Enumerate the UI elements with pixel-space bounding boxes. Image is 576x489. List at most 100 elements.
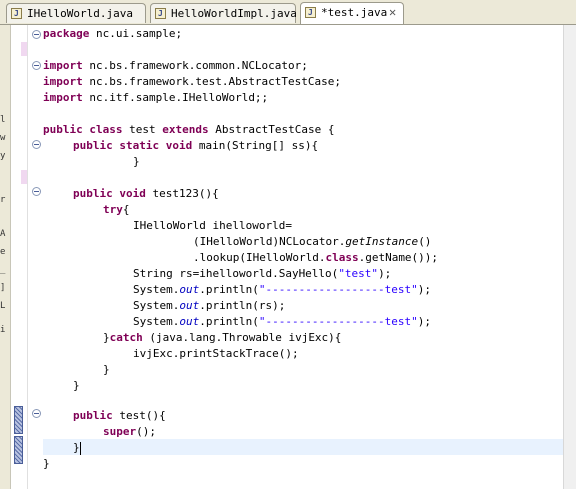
fold-toggle-icon[interactable] (32, 187, 41, 196)
keyword: public (73, 187, 113, 200)
text-cursor (79, 441, 81, 455)
keyword: public (73, 409, 113, 422)
code-text: ); (378, 267, 392, 280)
code-text: () (418, 235, 432, 248)
code-text: ); (417, 315, 432, 328)
code-line: } (43, 456, 50, 472)
code-line: } (133, 154, 140, 170)
panel-char: l (0, 115, 6, 125)
code-text: (java.lang.Throwable ivjExc){ (142, 331, 342, 344)
code-line: (IHelloWorld)NCLocator.getInstance() (193, 234, 431, 250)
tab-test[interactable]: *test.java ✕ (300, 2, 404, 24)
change-marker (21, 170, 27, 184)
code-text: { (122, 203, 130, 216)
tab-label: *test.java (321, 6, 388, 19)
code-text: nc.itf.sample.IHelloWorld;; (82, 91, 269, 104)
code-text: String rs=ihelloworld.SayHello( (133, 267, 339, 280)
panel-char: ] (0, 283, 6, 293)
keyword: public (73, 139, 113, 152)
change-marker (21, 42, 27, 56)
fold-toggle-icon[interactable] (32, 140, 41, 149)
vertical-scrollbar[interactable] (563, 25, 576, 489)
keyword: static (112, 139, 160, 152)
static-field: out (179, 315, 200, 328)
code-line: super(); (103, 424, 156, 440)
keyword: import (43, 91, 83, 104)
code-text: } (103, 331, 110, 344)
code-text: nc.bs.framework.test.AbstractTestCase; (82, 75, 342, 88)
keyword: catch (109, 331, 143, 344)
code-text: AbstractTestCase { (208, 123, 335, 136)
string-literal: "test" (338, 267, 379, 280)
panel-char: y (0, 151, 6, 161)
code-line: System.out.println("------------------te… (133, 314, 431, 330)
fold-toggle-icon[interactable] (32, 61, 41, 70)
code-line: package nc.ui.sample; (43, 26, 182, 42)
code-text: ivjExc.printStackTrace(); (133, 347, 299, 360)
keyword: public (43, 123, 83, 136)
code-text: .println(rs); (199, 299, 286, 312)
editor-tab-bar: IHelloWorld.java HelloWorldImpl.java *te… (0, 0, 576, 25)
code-text: nc.bs.framework.common.NCLocator; (82, 59, 308, 72)
quick-diff-marker (14, 406, 23, 434)
panel-char: i (0, 325, 6, 335)
panel-char: e (0, 247, 6, 257)
code-line: import nc.bs.framework.common.NCLocator; (43, 58, 308, 74)
code-line: public static void main(String[] ss){ (73, 138, 318, 154)
java-file-icon (11, 4, 22, 23)
code-text: } (73, 441, 80, 454)
tab-helloworldimpl[interactable]: HelloWorldImpl.java (150, 3, 297, 23)
code-line: } (103, 362, 110, 378)
code-line: } (73, 440, 81, 456)
close-icon[interactable]: ✕ (389, 3, 396, 22)
keyword: void (159, 139, 193, 152)
code-line: .lookup(IHelloWorld.class.getName()); (193, 250, 438, 266)
code-line: String rs=ihelloworld.SayHello("test"); (133, 266, 391, 282)
code-line: System.out.println("------------------te… (133, 282, 431, 298)
quick-diff-marker (14, 436, 23, 464)
panel-char: r (0, 195, 6, 205)
static-field: out (179, 299, 200, 312)
code-line: public void test123(){ (73, 186, 219, 202)
code-line: } (73, 378, 80, 394)
fold-toggle-icon[interactable] (32, 409, 41, 418)
code-text: test123(){ (145, 187, 219, 200)
panel-char: L (0, 301, 6, 311)
code-text: } (103, 363, 110, 376)
static-field: out (179, 283, 200, 296)
code-text: System. (133, 315, 180, 328)
keyword: try (103, 203, 123, 216)
code-text: nc.ui.sample; (89, 27, 183, 40)
code-line: public class test extends AbstractTestCa… (43, 122, 334, 138)
code-text: System. (133, 283, 180, 296)
code-text: .println( (199, 315, 259, 328)
code-text: .println( (199, 283, 259, 296)
code-text: } (133, 155, 140, 168)
keyword: extends (162, 123, 209, 136)
keyword: void (112, 187, 146, 200)
code-line: ivjExc.printStackTrace(); (133, 346, 299, 362)
code-line: public test(){ (73, 408, 166, 424)
code-line: IHelloWorld ihelloworld= (133, 218, 292, 234)
code-text: System. (133, 299, 180, 312)
keyword: class (325, 251, 359, 264)
string-literal: "------------------test" (258, 315, 418, 328)
java-file-icon (305, 3, 316, 22)
code-text: } (73, 379, 80, 392)
code-line: try{ (103, 202, 130, 218)
java-file-icon (155, 4, 166, 23)
tab-ihelloworld[interactable]: IHelloWorld.java (6, 3, 146, 23)
string-literal: "------------------test" (258, 283, 418, 296)
code-text: } (43, 457, 50, 470)
panel-char: A (0, 229, 6, 239)
keyword: class (82, 123, 123, 136)
code-text: ); (417, 283, 432, 296)
code-line: import nc.itf.sample.IHelloWorld;; (43, 90, 268, 106)
code-text: test (122, 123, 163, 136)
code-text: .lookup(IHelloWorld. (193, 251, 326, 264)
fold-toggle-icon[interactable] (32, 30, 41, 39)
keyword: import (43, 75, 83, 88)
tab-label: HelloWorldImpl.java (171, 7, 297, 20)
code-text: main(String[] ss){ (192, 139, 319, 152)
code-text: (); (136, 425, 156, 438)
